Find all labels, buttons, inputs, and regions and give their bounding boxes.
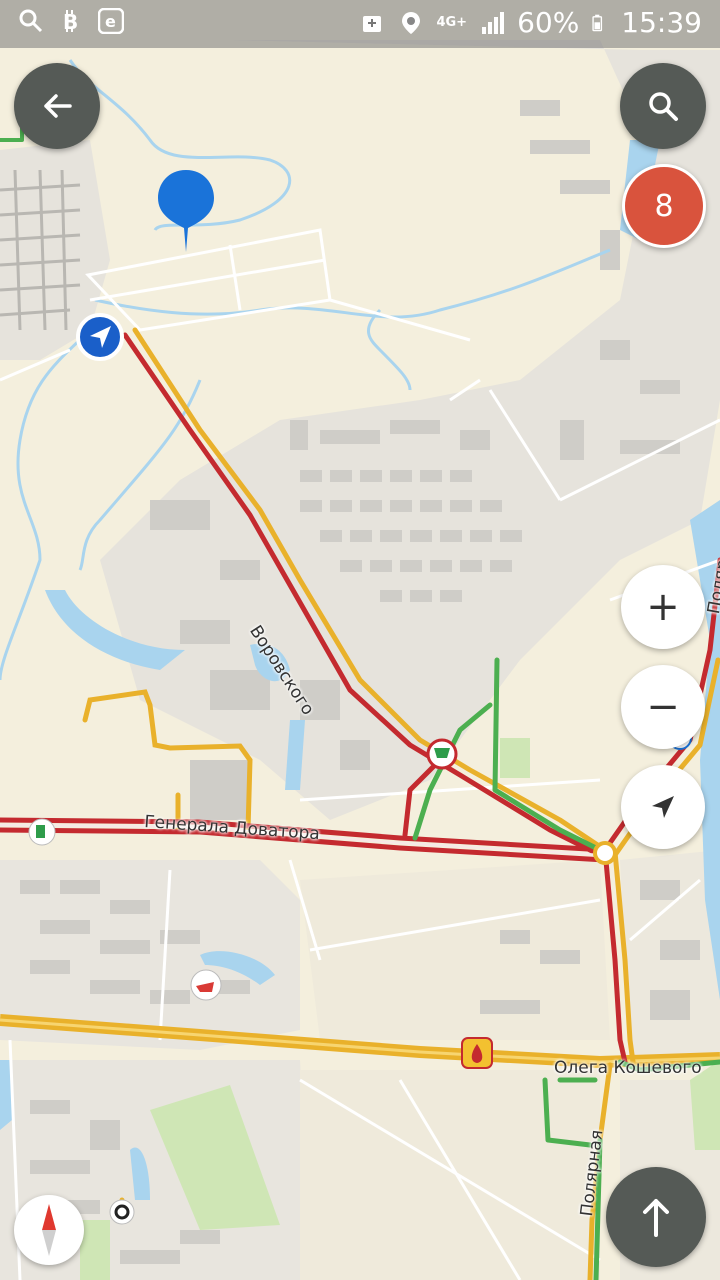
minus-icon: − <box>646 684 680 730</box>
compass-icon <box>42 1204 56 1256</box>
package-icon <box>363 15 382 32</box>
route-button[interactable] <box>606 1167 706 1267</box>
status-bar: B e 4G+ 60% 15:39 <box>0 0 720 48</box>
back-arrow-icon <box>44 94 72 118</box>
e-app-icon: e <box>98 8 124 34</box>
shop-poi-icon[interactable] <box>426 738 458 770</box>
zoom-in-button[interactable]: + <box>621 565 705 649</box>
compass-button[interactable] <box>14 1195 84 1265</box>
clock: 15:39 <box>621 6 702 39</box>
plus-icon: + <box>646 584 680 630</box>
traffic-level-badge[interactable]: 8 <box>622 164 706 248</box>
search-button[interactable] <box>620 63 706 149</box>
svg-text:e: e <box>105 12 116 31</box>
traffic-level-value: 8 <box>654 188 674 224</box>
fuel-flame-poi-icon[interactable] <box>461 1037 493 1069</box>
bitcoin-icon: B <box>63 10 78 34</box>
current-location-marker <box>76 313 124 361</box>
street-label-koshevogo: Олега Кошевого <box>554 1058 702 1078</box>
network-type: 4G+ <box>436 15 468 30</box>
back-button[interactable] <box>14 63 100 149</box>
search-icon <box>649 92 678 121</box>
helicopter-poi-icon[interactable] <box>190 969 222 1001</box>
misc-poi-icon[interactable] <box>109 1199 135 1225</box>
locate-arrow-icon <box>652 796 674 818</box>
route-up-arrow-icon <box>643 1199 669 1237</box>
map-canvas[interactable] <box>0 0 720 1280</box>
battery-percent: 60% <box>517 6 580 39</box>
signal-icon <box>482 11 505 34</box>
gas-station-poi-icon[interactable] <box>28 818 56 846</box>
battery-icon <box>592 14 603 31</box>
search-icon <box>19 9 43 33</box>
zoom-out-button[interactable]: − <box>621 665 705 749</box>
locate-me-button[interactable] <box>621 765 705 849</box>
location-pin-icon <box>402 11 421 34</box>
svg-text:B: B <box>63 10 78 34</box>
